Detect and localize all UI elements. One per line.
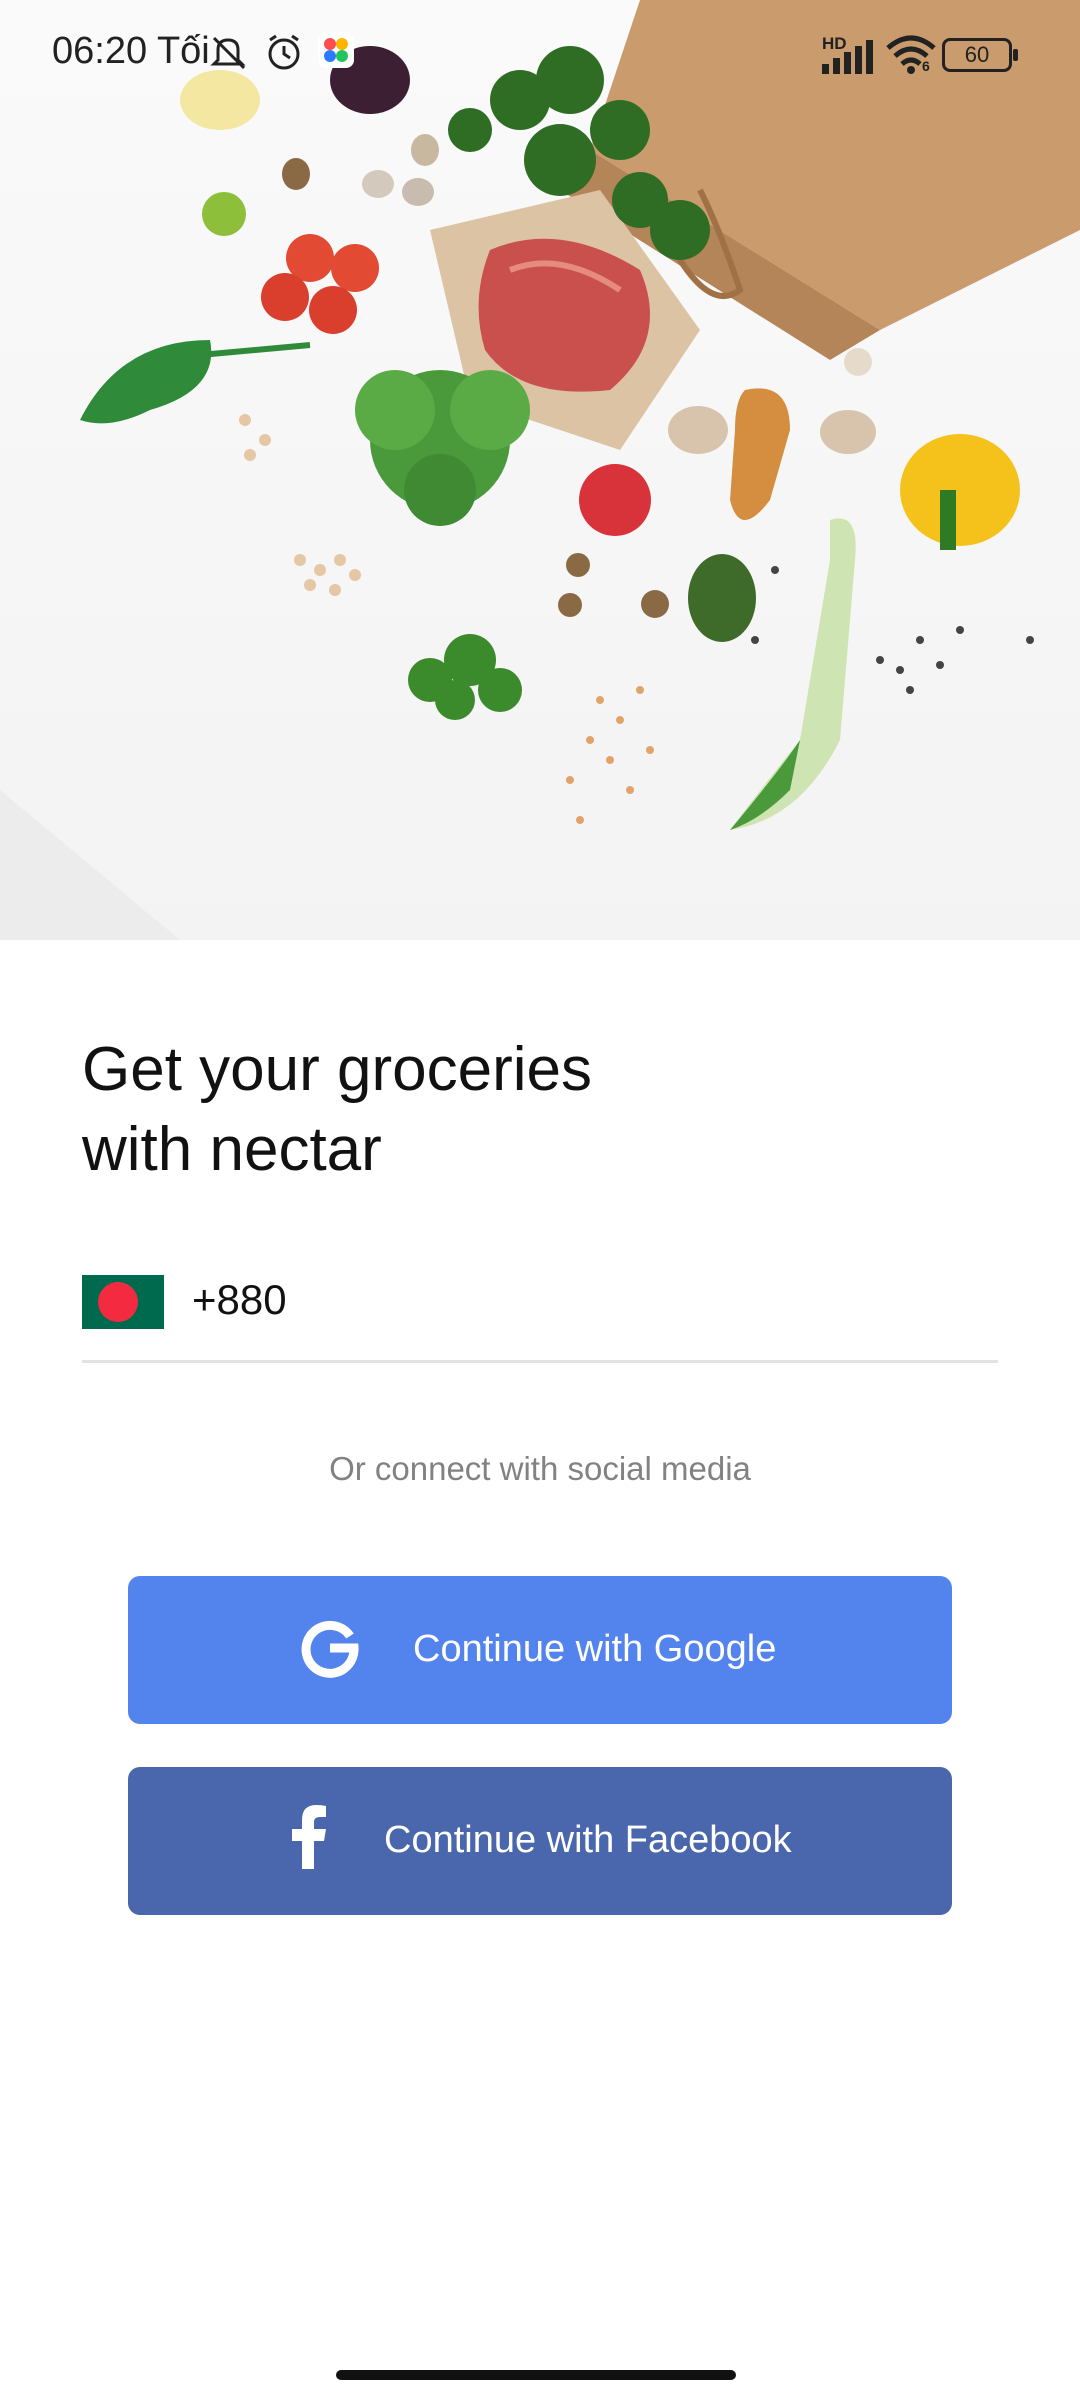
page-title: Get your groceries with nectar [82,1030,782,1190]
google-icon [301,1620,359,1678]
status-bar: 06:20 Tối HD 6 60 [0,0,1080,110]
bangladesh-flag-icon[interactable] [82,1275,164,1329]
continue-with-google-button[interactable]: Continue with Google [128,1576,952,1724]
alarm-icon [268,34,300,70]
phone-number-field[interactable]: +880 [82,1270,998,1363]
google-button-label: Continue with Google [413,1628,777,1670]
signal-icon [822,40,873,74]
facebook-icon [292,1805,326,1869]
page-title-line-1: Get your groceries [82,1035,592,1104]
social-connect-label: Or connect with social media [329,1450,751,1487]
wifi-standard-label: 6 [922,58,930,74]
mute-icon [210,36,246,70]
phone-number-input[interactable] [292,1270,986,1336]
app-notification-icon [318,32,354,68]
hero-image [0,0,1080,940]
continue-with-facebook-button[interactable]: Continue with Facebook [128,1767,952,1915]
groceries-illustration [0,0,1080,940]
battery-level: 60 [964,42,990,67]
battery-icon: 60 [942,38,1018,72]
facebook-button-label: Continue with Facebook [384,1819,792,1861]
home-indicator[interactable] [336,2370,736,2380]
country-code[interactable]: +880 [192,1276,287,1324]
page-title-line-2: with nectar [82,1115,382,1184]
status-time: 06:20 Tối [52,30,210,72]
